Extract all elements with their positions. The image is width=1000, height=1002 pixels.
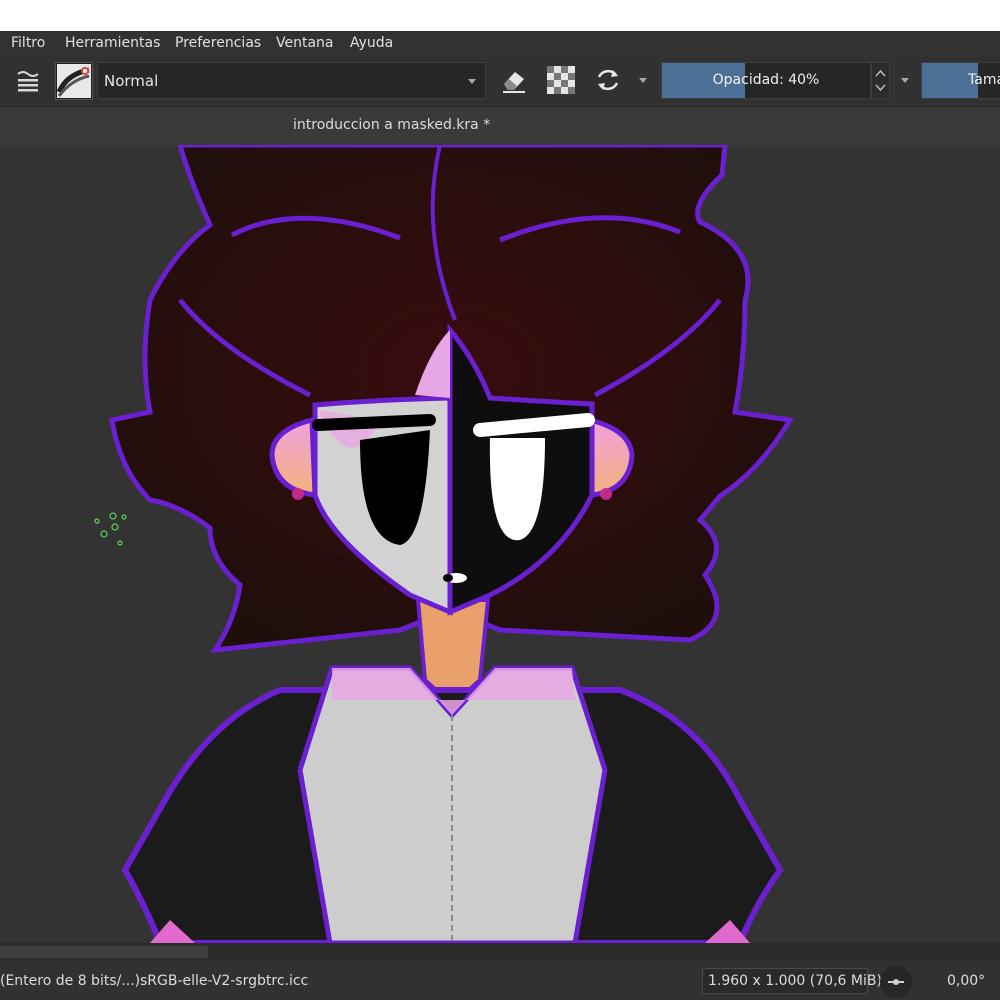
artwork xyxy=(94,145,795,943)
document-tab-bar: introduccion a masked.kra * xyxy=(0,106,1000,146)
color-profile-label: sRGB-elle-V2-srgbtrc.icc xyxy=(140,973,309,989)
opacity-label: Opacidad: 40% xyxy=(712,72,820,88)
scrollbar-thumb[interactable] xyxy=(0,946,208,958)
blend-mode-label: Normal xyxy=(104,72,159,90)
status-bar: (Entero de 8 bits/...) sRGB-elle-V2-srgb… xyxy=(0,961,1000,1000)
brush-cursor-icon xyxy=(94,512,127,546)
image-size-box[interactable]: 1.960 x 1.000 (70,6 MiB) xyxy=(702,968,882,994)
menu-bar: Filtro Herramientas Preferencias Ventana… xyxy=(0,31,1000,57)
rotate-icon xyxy=(888,979,904,985)
horizontal-scrollbar[interactable] xyxy=(0,943,1000,961)
chevron-down-icon xyxy=(468,79,476,84)
canvas[interactable] xyxy=(0,145,1000,943)
alpha-lock-icon[interactable] xyxy=(546,65,576,95)
size-slider[interactable]: Tama xyxy=(921,62,1000,99)
brush-settings-icon[interactable] xyxy=(8,63,48,99)
brush-preset-icon[interactable] xyxy=(55,62,93,100)
opacity-slider[interactable]: Opacidad: 40% xyxy=(661,62,871,99)
chevron-down-icon[interactable] xyxy=(639,78,647,83)
rotation-reset-button[interactable] xyxy=(880,966,912,998)
size-label: Tama xyxy=(968,72,1000,88)
menu-window[interactable]: Ventana xyxy=(276,35,334,51)
menu-tools[interactable]: Herramientas xyxy=(65,35,160,51)
rotation-angle-label: 0,00° xyxy=(947,973,986,989)
menu-preferences[interactable]: Preferencias xyxy=(175,35,261,51)
title-strip xyxy=(0,0,1000,31)
image-size-label: 1.960 x 1.000 (70,6 MiB) xyxy=(708,973,882,989)
tab-document[interactable]: introduccion a masked.kra * xyxy=(293,117,490,133)
color-model-label: (Entero de 8 bits/...) xyxy=(0,973,141,989)
opacity-spinner[interactable] xyxy=(871,62,890,99)
chevron-down-icon[interactable] xyxy=(901,78,909,83)
eraser-icon[interactable] xyxy=(498,64,530,96)
blend-mode-select[interactable]: Normal xyxy=(97,62,486,99)
menu-filter[interactable]: Filtro xyxy=(11,35,45,51)
menu-help[interactable]: Ayuda xyxy=(350,35,393,51)
reload-preset-icon[interactable] xyxy=(592,64,624,96)
